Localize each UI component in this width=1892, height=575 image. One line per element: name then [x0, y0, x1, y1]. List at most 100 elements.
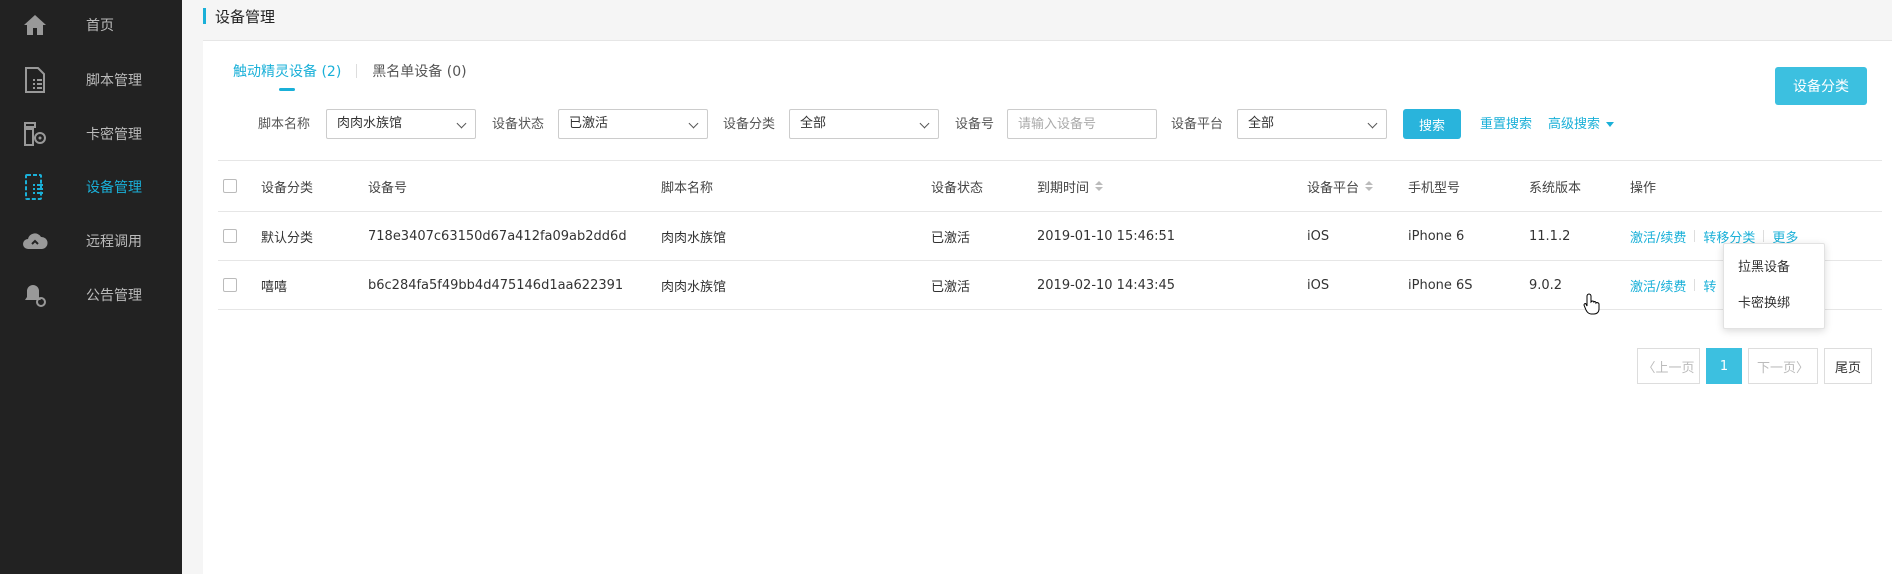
device-platform-label: 设备平台: [1171, 117, 1224, 132]
phone-model-cell: iPhone 6S: [1408, 277, 1473, 293]
bell-icon: [22, 282, 48, 308]
table-row: 嘻嘻 b6c284fa5f49bb4d475146d1aa622391 肉肉水族…: [218, 261, 1882, 310]
caret-down-icon: [1606, 122, 1615, 127]
table-header-row: 设备分类 设备号 脚本名称 设备状态 到期时间 设备平台 手机型号 系统版本 操…: [218, 160, 1882, 212]
row-checkbox[interactable]: [223, 229, 237, 243]
device-category-button[interactable]: 设备分类: [1775, 67, 1867, 105]
more-actions-dropdown: 拉黑设备 卡密换绑: [1723, 243, 1825, 329]
device-category-label: 设备分类: [723, 117, 776, 132]
device-platform-select[interactable]: 全部: [1237, 109, 1387, 139]
column-header: 设备号: [368, 180, 408, 196]
category-cell: 嘻嘻: [261, 279, 288, 295]
sidebar-item-scripts[interactable]: 脚本管理: [0, 58, 182, 102]
title-accent-bar: [203, 8, 206, 24]
next-page-button[interactable]: 下一页〉: [1748, 348, 1818, 384]
category-cell: 默认分类: [261, 230, 314, 246]
column-header: 手机型号: [1408, 180, 1461, 196]
hand-cursor-icon: [1583, 293, 1600, 315]
column-header-sortable[interactable]: 设备平台: [1307, 161, 1374, 211]
page-number-button[interactable]: 1: [1706, 348, 1742, 384]
page-header: 设备管理: [203, 0, 275, 32]
device-icon: [22, 174, 48, 200]
sidebar-item-announcements[interactable]: 公告管理: [0, 273, 182, 317]
select-all-cell: [223, 161, 237, 211]
sort-icon: [1365, 181, 1374, 191]
column-header-label: 到期时间: [1037, 180, 1090, 196]
devices-table: 设备分类 设备号 脚本名称 设备状态 到期时间 设备平台 手机型号 系统版本 操…: [218, 160, 1882, 310]
activate-renew-link[interactable]: 激活/续费: [1630, 227, 1686, 246]
activate-renew-link[interactable]: 激活/续费: [1630, 276, 1686, 295]
sidebar-item-label: 设备管理: [86, 180, 142, 196]
column-header: 设备状态: [931, 180, 984, 196]
sidebar-item-label: 公告管理: [86, 288, 142, 304]
script-name-value: 肉肉水族馆: [337, 116, 403, 131]
device-number-label: 设备号: [955, 117, 995, 132]
sidebar-item-card-keys[interactable]: 卡密管理: [0, 112, 182, 156]
device-status-label: 设备状态: [492, 117, 545, 132]
expire-time-cell: 2019-01-10 15:46:51: [1037, 228, 1176, 244]
advanced-search-link[interactable]: 高级搜索: [1548, 109, 1615, 141]
sidebar-item-remote[interactable]: 远程调用: [0, 219, 182, 263]
row-select-cell: [223, 212, 237, 260]
chevron-down-icon: [456, 118, 467, 129]
device-category-value: 全部: [800, 116, 827, 131]
row-select-cell: [223, 261, 237, 309]
device-number-input[interactable]: [1007, 109, 1157, 139]
blacklist-device-item[interactable]: 拉黑设备: [1724, 250, 1824, 286]
tab-divider: [356, 64, 358, 78]
column-header-sortable[interactable]: 到期时间: [1037, 161, 1104, 211]
tab-touchsprite-devices[interactable]: 触动精灵设备 (2): [233, 61, 341, 91]
search-button[interactable]: 搜索: [1403, 109, 1461, 139]
reset-search-link[interactable]: 重置搜索: [1480, 109, 1532, 141]
platform-cell: iOS: [1307, 228, 1330, 244]
phone-model-cell: iPhone 6: [1408, 228, 1465, 244]
chevron-down-icon: [919, 118, 930, 129]
column-header: 脚本名称: [661, 180, 714, 196]
prev-page-button[interactable]: 〈上一页: [1637, 348, 1700, 384]
device-id-cell: 718e3407c63150d67a412fa09ab2dd6d: [368, 228, 627, 244]
chevron-down-icon: [688, 118, 699, 129]
tab-blacklist-devices[interactable]: 黑名单设备 (0): [372, 61, 466, 91]
script-name-cell: 肉肉水族馆: [661, 230, 727, 246]
select-all-checkbox[interactable]: [223, 179, 237, 193]
device-id-cell: b6c284fa5f49bb4d475146d1aa622391: [368, 277, 624, 293]
cloud-icon: [22, 228, 48, 254]
card-key-rebind-item[interactable]: 卡密换绑: [1724, 286, 1824, 322]
sidebar-item-label: 卡密管理: [86, 127, 142, 143]
last-page-button[interactable]: 尾页: [1824, 348, 1872, 384]
actions-cell: 激活/续费 转: [1630, 261, 1716, 309]
column-header: 设备分类: [261, 180, 314, 196]
os-version-cell: 11.1.2: [1529, 228, 1571, 244]
status-cell: 已激活: [931, 230, 971, 246]
script-name-label: 脚本名称: [258, 117, 311, 132]
transfer-category-link[interactable]: 转: [1703, 276, 1716, 295]
status-cell: 已激活: [931, 279, 971, 295]
content-panel: 触动精灵设备 (2) 黑名单设备 (0) 设备分类 脚本名称 肉肉水族馆 设备状…: [203, 40, 1892, 575]
sidebar: 首页 脚本管理 卡密管理 设备管理 远程调用 公告管理: [0, 0, 182, 574]
column-header: 操作: [1630, 180, 1657, 196]
sidebar-item-label: 脚本管理: [86, 73, 142, 89]
device-tabs: 触动精灵设备 (2) 黑名单设备 (0): [233, 61, 467, 91]
sort-icon: [1095, 181, 1104, 191]
row-checkbox[interactable]: [223, 278, 237, 292]
action-divider: [1763, 230, 1765, 242]
script-name-select[interactable]: 肉肉水族馆: [326, 109, 476, 139]
sidebar-item-devices[interactable]: 设备管理: [0, 165, 182, 209]
pagination: 〈上一页 1 下一页〉 尾页: [1631, 348, 1872, 384]
script-name-cell: 肉肉水族馆: [661, 279, 727, 295]
card-key-icon: [22, 121, 48, 147]
column-header: 系统版本: [1529, 180, 1582, 196]
device-status-value: 已激活: [569, 116, 609, 131]
expire-time-cell: 2019-02-10 14:43:45: [1037, 277, 1176, 293]
sidebar-item-label: 首页: [86, 18, 114, 34]
os-version-cell: 9.0.2: [1529, 277, 1563, 293]
action-divider: [1694, 230, 1696, 242]
advanced-search-label: 高级搜索: [1548, 117, 1601, 132]
device-status-select[interactable]: 已激活: [558, 109, 708, 139]
platform-cell: iOS: [1307, 277, 1330, 293]
page-title: 设备管理: [215, 7, 276, 26]
device-category-select[interactable]: 全部: [789, 109, 939, 139]
sidebar-item-label: 远程调用: [86, 234, 142, 250]
script-icon: [22, 67, 48, 93]
sidebar-item-home[interactable]: 首页: [0, 3, 182, 47]
